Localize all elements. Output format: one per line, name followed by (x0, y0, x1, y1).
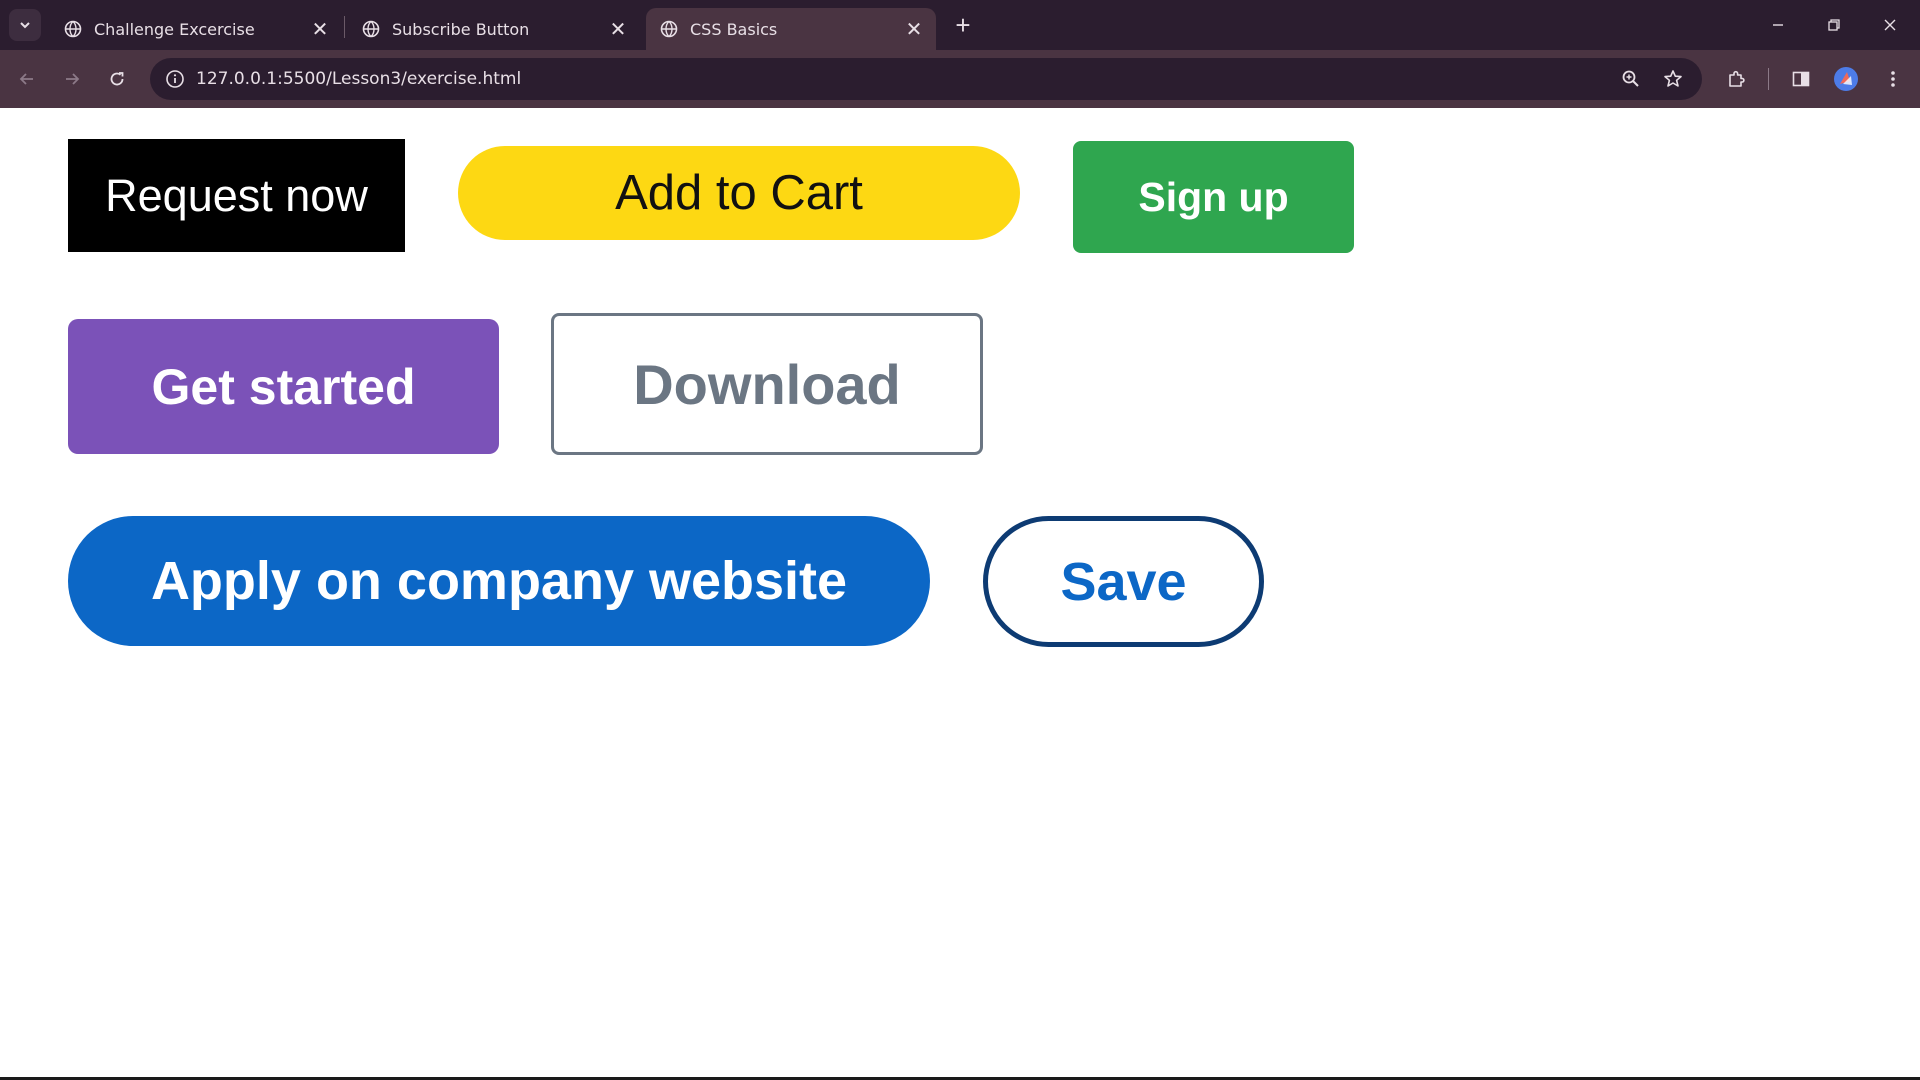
sign-up-button[interactable]: Sign up (1073, 141, 1354, 253)
profile-avatar[interactable] (1834, 67, 1858, 91)
close-icon[interactable]: ✕ (606, 17, 630, 41)
chevron-down-icon (20, 22, 30, 29)
button-label: Sign up (1138, 173, 1289, 220)
reload-icon (110, 72, 124, 86)
arrow-left-icon (19, 73, 33, 85)
tab-css-basics[interactable]: CSS Basics ✕ (646, 8, 936, 50)
tab-strip: Challenge Excercise ✕ Subscribe Button ✕… (0, 0, 1920, 50)
forward-button[interactable] (55, 62, 89, 96)
toolbar-divider (1768, 68, 1769, 90)
reload-button[interactable] (100, 62, 134, 96)
button-label: Download (633, 352, 901, 416)
button-label: Save (1060, 551, 1187, 612)
page-viewport: Request now Add to Cart Sign up Get star… (0, 108, 1920, 1078)
puzzle-icon (1729, 70, 1745, 87)
download-button[interactable]: Download (551, 313, 983, 455)
tab-title: CSS Basics (690, 19, 778, 39)
restore-icon (1828, 19, 1840, 31)
globe-icon (64, 20, 82, 38)
button-label: Request now (105, 169, 368, 221)
add-to-cart-button[interactable]: Add to Cart (458, 146, 1020, 240)
request-now-button[interactable]: Request now (68, 139, 405, 252)
url-text[interactable]: 127.0.0.1:5500/Lesson3/exercise.html (196, 69, 521, 89)
tab-subscribe-button[interactable]: Subscribe Button ✕ (348, 8, 640, 50)
browser-menu-button[interactable] (1876, 62, 1910, 96)
globe-icon (362, 20, 380, 38)
close-icon (1884, 19, 1896, 31)
apply-on-company-website-button[interactable]: Apply on company website (68, 516, 930, 646)
window-close-button[interactable] (1862, 0, 1918, 50)
button-label: Apply on company website (150, 551, 848, 611)
close-icon[interactable]: ✕ (308, 17, 332, 41)
side-panel-button[interactable] (1784, 62, 1818, 96)
plus-icon: + (955, 9, 971, 40)
tab-title: Subscribe Button (392, 19, 530, 39)
close-icon[interactable]: ✕ (902, 17, 926, 41)
arrow-right-icon (66, 73, 80, 85)
save-button[interactable]: Save (983, 516, 1264, 647)
globe-icon (660, 20, 678, 38)
tab-divider (344, 16, 345, 38)
site-info-icon[interactable] (164, 68, 186, 90)
avatar-icon (1840, 72, 1852, 85)
extensions-button[interactable] (1719, 62, 1753, 96)
button-label: Add to Cart (615, 166, 863, 220)
tab-search-button[interactable] (9, 9, 41, 41)
new-tab-button[interactable]: + (948, 10, 978, 40)
tab-challenge-excercise[interactable]: Challenge Excercise ✕ (50, 8, 342, 50)
get-started-button[interactable]: Get started (68, 319, 499, 454)
minimize-icon (1773, 24, 1783, 26)
back-button[interactable] (10, 62, 44, 96)
button-label: Get started (151, 358, 416, 415)
address-bar[interactable]: 127.0.0.1:5500/Lesson3/exercise.html (150, 58, 1702, 100)
restore-button[interactable] (1806, 0, 1862, 50)
zoom-icon[interactable] (1618, 66, 1644, 92)
minimize-button[interactable] (1750, 0, 1806, 50)
tab-title: Challenge Excercise (94, 19, 255, 39)
bookmark-star-icon[interactable] (1660, 66, 1686, 92)
more-vertical-icon (1891, 71, 1895, 87)
side-panel-icon (1792, 71, 1810, 87)
